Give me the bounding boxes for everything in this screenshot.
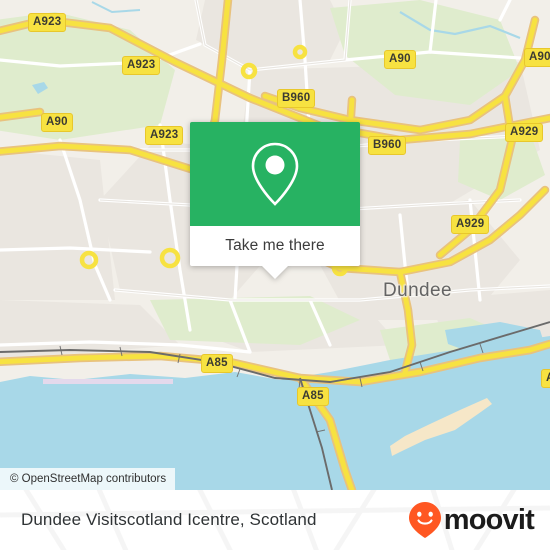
moovit-brand[interactable]: moovit: [408, 490, 535, 550]
road-shield[interactable]: A90: [41, 113, 73, 132]
road-shield[interactable]: A929: [505, 123, 544, 142]
map-pin-icon: [251, 142, 299, 206]
road-shield[interactable]: A923: [145, 126, 184, 145]
road-shield[interactable]: B960: [368, 136, 407, 155]
moovit-wordmark: moovit: [443, 503, 535, 536]
road-shield[interactable]: B960: [277, 89, 316, 108]
map-screenshot: Dundee A923 A923 A90 A923 B960 A90 B960 …: [0, 0, 550, 550]
moovit-pin-smiley-icon: [408, 502, 441, 538]
place-label-dundee: Dundee: [383, 280, 452, 301]
railway-line: [0, 321, 550, 490]
map-canvas[interactable]: Dundee A923 A923 A90 A923 B960 A90 B960 …: [0, 0, 550, 490]
page-title: Dundee Visitscotland Icentre, Scotland: [21, 510, 317, 529]
road-shield[interactable]: A90: [524, 48, 550, 67]
callout-pointer-tail: [262, 266, 288, 279]
railway-ticks: [59, 343, 484, 433]
take-me-there-label: Take me there: [225, 237, 325, 254]
road-shield[interactable]: A923: [122, 56, 161, 75]
footer-bar: Dundee Visitscotland Icentre, Scotland m…: [0, 490, 550, 550]
road-shield[interactable]: A90: [384, 50, 416, 69]
road-shield[interactable]: A85: [297, 387, 329, 406]
callout-icon-panel: [190, 122, 360, 226]
location-callout[interactable]: Take me there: [190, 122, 360, 279]
road-shield[interactable]: A923: [28, 13, 67, 32]
road-shield[interactable]: A: [541, 369, 550, 388]
callout-action-panel[interactable]: Take me there: [190, 226, 360, 266]
road-shield[interactable]: A85: [201, 354, 233, 373]
road-shield[interactable]: A929: [451, 215, 490, 234]
osm-attribution[interactable]: © OpenStreetMap contributors: [0, 468, 176, 490]
